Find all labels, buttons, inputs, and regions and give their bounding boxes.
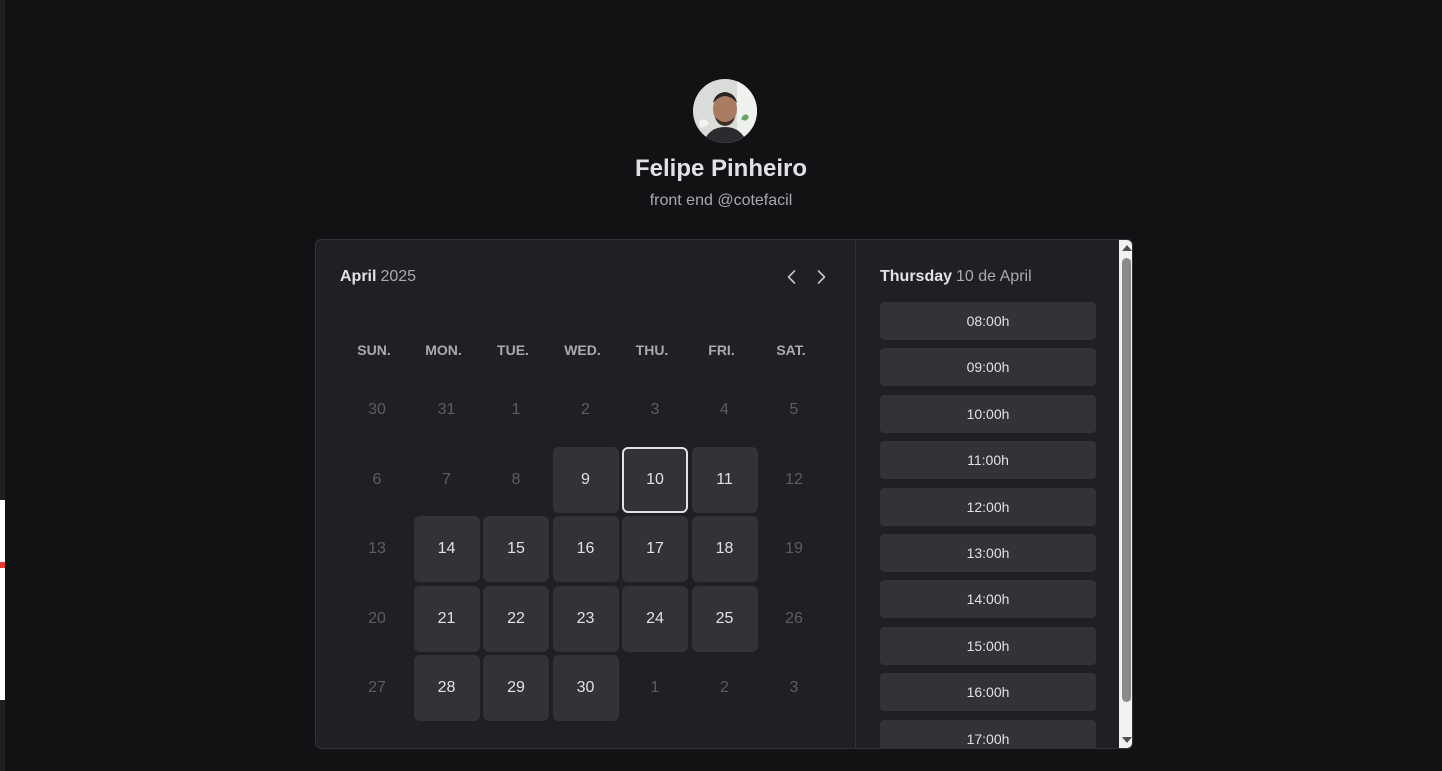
calendar: April 2025 SUN. MON. TUE. WED. THU. FRI. SAT. 3…: [316, 240, 855, 748]
weekday-label: SUN.: [357, 342, 391, 358]
calendar-day[interactable]: 11: [691, 446, 758, 513]
profile-name: Felipe Pinheiro: [634, 155, 808, 182]
calendar-day[interactable]: 28: [413, 655, 480, 721]
calendar-day-disabled: 31: [437, 401, 456, 418]
calendar-month: April: [340, 268, 377, 285]
chevron-left-icon: [787, 270, 796, 284]
calendar-day[interactable]: 16: [552, 516, 619, 582]
calendar-day-disabled: 8: [511, 470, 521, 488]
weekday-label: FRI.: [708, 342, 735, 358]
profile-bio: front end @cotefacil: [649, 192, 793, 209]
weekday-label: SAT.: [776, 342, 806, 358]
weekday-label: MON.: [425, 342, 462, 358]
calendar-day-disabled: 30: [368, 401, 386, 418]
calendar-day-disabled: 5: [789, 401, 799, 418]
selected-weekday: Thursday: [880, 268, 953, 285]
calendar-day[interactable]: 24: [622, 585, 688, 652]
calendar-day[interactable]: 22: [483, 585, 549, 652]
previous-month-button[interactable]: [781, 266, 803, 288]
calendar-day-disabled: 4: [720, 401, 729, 418]
time-slot-button[interactable]: 14:00h: [880, 580, 1096, 619]
calendar-year: 2025: [380, 268, 417, 285]
weekday-label: WED.: [564, 342, 601, 358]
calendar-title: April 2025: [340, 268, 416, 286]
selected-date: 10 de April: [956, 268, 1032, 285]
calendar-day-disabled: 1: [511, 401, 521, 418]
calendar-day-disabled: 2: [581, 401, 590, 418]
calendar-day[interactable]: 23: [552, 585, 619, 652]
time-slot-button[interactable]: 16:00h: [880, 673, 1096, 712]
calendar-day-disabled: 3: [650, 401, 660, 418]
calendar-day-disabled: 13: [368, 540, 386, 557]
calendar-day[interactable]: 30: [552, 655, 619, 721]
scroll-up-arrow-icon[interactable]: [1122, 245, 1132, 251]
chevron-right-icon: [817, 270, 826, 284]
time-slot-button[interactable]: 13:00h: [880, 534, 1096, 572]
time-slot-button[interactable]: 12:00h: [880, 487, 1096, 526]
left-window-edge: [0, 0, 5, 771]
calendar-day-disabled: 12: [785, 470, 803, 488]
calendar-day[interactable]: 9: [552, 446, 619, 513]
calendar-day[interactable]: 18: [691, 516, 758, 582]
time-slot-button[interactable]: 15:00h: [880, 626, 1096, 665]
calendar-day-disabled: 7: [442, 470, 451, 488]
scrollbar-thumb[interactable]: [1122, 258, 1131, 702]
calendar-day-disabled: 3: [789, 679, 799, 696]
time-slot-button[interactable]: 09:00h: [880, 348, 1096, 387]
calendar-day[interactable]: 29: [483, 655, 549, 721]
calendar-day-disabled: 2: [720, 679, 729, 696]
time-picker-title: Thursday 10 de April: [880, 268, 1032, 286]
time-slot-button[interactable]: 17:00h: [880, 719, 1096, 748]
calendar-day[interactable]: 21: [413, 585, 480, 652]
left-edge-marker: [0, 562, 5, 568]
calendar-day-disabled: 20: [368, 609, 386, 627]
calendar-day[interactable]: 14: [413, 516, 480, 582]
calendar-day[interactable]: 25: [691, 585, 758, 652]
calendar-day-disabled: 19: [785, 540, 803, 557]
calendar-day[interactable]: 17: [622, 516, 688, 582]
calendar-day-disabled: 6: [372, 470, 382, 488]
calendar-day-selected[interactable]: 10: [622, 446, 688, 513]
time-slot-button[interactable]: 10:00h: [880, 394, 1096, 433]
calendar-day-disabled: 26: [785, 609, 803, 627]
weekday-label: THU.: [635, 342, 669, 358]
time-picker: Thursday 10 de April 08:00h 09:00h 10:00h 11…: [855, 240, 1132, 748]
calendar-day[interactable]: 15: [483, 516, 549, 582]
weekday-label: TUE.: [497, 342, 529, 358]
avatar: [693, 79, 757, 143]
scheduling-card: April 2025 SUN. MON. TUE. WED. THU. FRI. SAT. 3…: [315, 239, 1133, 749]
time-list-scrollbar[interactable]: [1119, 240, 1132, 748]
next-month-button[interactable]: [810, 266, 832, 288]
left-edge-panel: [0, 500, 5, 700]
time-slot-button[interactable]: 08:00h: [880, 302, 1096, 340]
calendar-day-disabled: 1: [650, 679, 660, 696]
calendar-day-disabled: 27: [368, 679, 386, 696]
scroll-down-arrow-icon[interactable]: [1122, 737, 1132, 743]
time-slot-button[interactable]: 11:00h: [880, 441, 1096, 480]
